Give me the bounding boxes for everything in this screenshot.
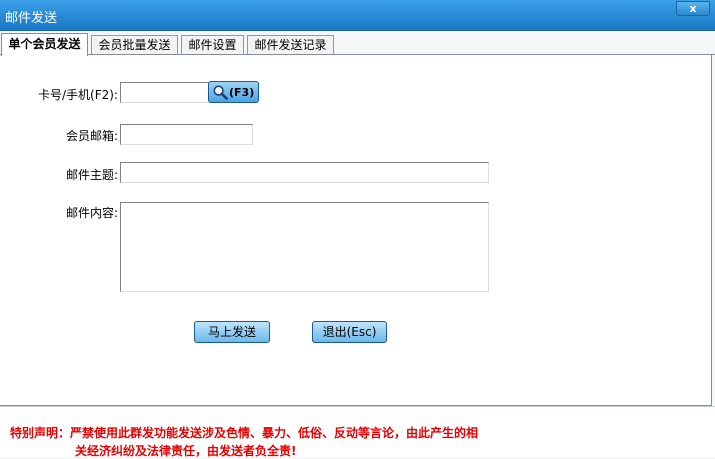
content-label: 邮件内容: (65, 206, 118, 220)
send-button-label: 马上发送 (207, 325, 256, 339)
tab-label: 邮件设置 (188, 38, 237, 52)
card-field[interactable] (120, 82, 210, 103)
close-button[interactable]: x (676, 1, 710, 16)
email-field[interactable] (120, 124, 253, 145)
tab-single-member[interactable]: 单个会员发送 (1, 33, 88, 56)
window-title: 邮件发送 (5, 11, 58, 26)
search-shortcut: (F3) (229, 85, 255, 99)
tab-label: 会员批量发送 (98, 38, 171, 52)
email-label: 会员邮箱: (65, 129, 118, 143)
subject-label: 邮件主题: (65, 168, 118, 182)
tab-mail-settings[interactable]: 邮件设置 (181, 35, 244, 55)
magnifier-icon (213, 85, 228, 100)
card-input[interactable] (121, 83, 209, 102)
exit-button[interactable]: 退出(Esc) (312, 321, 387, 343)
content-textarea[interactable] (121, 203, 488, 291)
card-label: 卡号/手机(F2): (38, 88, 118, 102)
email-input[interactable] (121, 125, 252, 144)
subject-field[interactable] (120, 162, 489, 183)
subject-input[interactable] (121, 163, 488, 182)
tab-send-records[interactable]: 邮件发送记录 (247, 35, 334, 55)
disclaimer-line-2: 关经济纠纷及法律责任，由发送者负全责! (75, 444, 297, 458)
tab-batch-members[interactable]: 会员批量发送 (91, 35, 178, 55)
exit-button-label: 退出(Esc) (322, 325, 377, 339)
tab-bar: 单个会员发送 会员批量发送 邮件设置 邮件发送记录 (0, 31, 715, 56)
send-button[interactable]: 马上发送 (194, 321, 270, 343)
tab-label: 单个会员发送 (8, 37, 81, 51)
disclaimer-area: 特别声明：严禁使用此群发功能发送涉及色情、暴力、低俗、反动等言论，由此产生的相 … (0, 406, 715, 458)
search-button[interactable]: (F3) (208, 81, 259, 103)
close-icon: x (689, 2, 697, 15)
title-bar: 邮件发送 x (0, 0, 715, 31)
disclaimer-line-1: 特别声明：严禁使用此群发功能发送涉及色情、暴力、低俗、反动等言论，由此产生的相 (10, 426, 479, 440)
content-field[interactable] (120, 202, 489, 292)
tab-label: 邮件发送记录 (254, 38, 327, 52)
